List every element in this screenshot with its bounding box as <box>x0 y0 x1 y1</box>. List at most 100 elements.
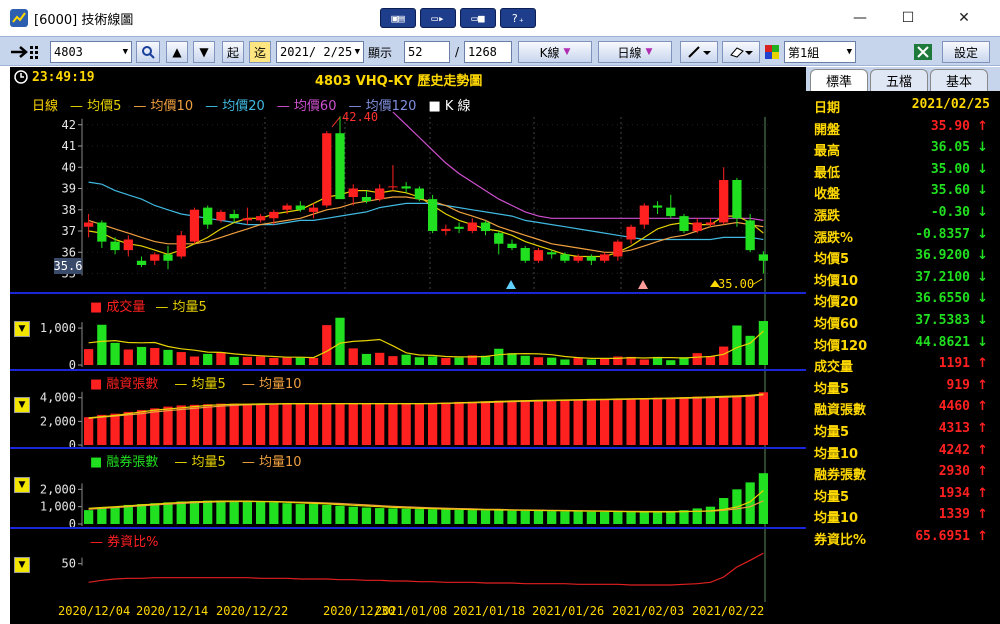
triangle-down-icon: ▼ <box>18 480 26 490</box>
quote-row: 收盤 35.60 ↓ <box>810 183 998 204</box>
high-price-pointer <box>331 116 341 128</box>
short-legend: ■ 融券張數 — 均量5 — 均量10 <box>90 451 318 470</box>
margin-bar <box>467 401 477 445</box>
candle-body <box>613 241 623 257</box>
excel-export-icon[interactable] <box>914 41 934 63</box>
margin-bar <box>414 403 425 445</box>
candle-body <box>626 226 636 240</box>
volume-bar <box>414 357 425 365</box>
date-tick-label: 2020/12/04 <box>58 604 131 618</box>
tab-basic[interactable]: 基本 <box>930 69 988 91</box>
short-panel-menu-button[interactable]: ▼ <box>14 477 30 493</box>
period-dropdown[interactable]: 日線 ▼ <box>598 41 672 63</box>
volume-bar <box>269 357 279 365</box>
short-bar <box>427 509 438 524</box>
group-select[interactable]: 第1組 ▼ <box>784 41 856 63</box>
candle-body <box>229 214 239 219</box>
quote-value: 1191 <box>938 356 970 372</box>
quote-row: 開盤 35.90 ↑ <box>810 119 998 140</box>
margin-bar <box>375 403 385 445</box>
tab-standard[interactable]: 標準 <box>810 69 868 91</box>
volume-bar <box>719 346 729 365</box>
short-bar <box>454 509 464 524</box>
legend-item: — 均量10 <box>241 377 302 392</box>
candle-body <box>732 180 742 219</box>
quote-label: 漲跌 <box>814 209 841 224</box>
volume-y-tick-label: 1,000 <box>40 321 76 335</box>
tab-five-levels[interactable]: 五檔 <box>870 69 928 91</box>
short-bar <box>123 504 133 524</box>
quote-label: 成交量 <box>814 360 854 376</box>
short-bar <box>203 500 213 524</box>
eraser-icon <box>730 47 753 58</box>
quote-value: 4313 <box>938 421 970 436</box>
end-date-button[interactable]: 迄 <box>249 41 271 63</box>
panel-divider <box>10 369 806 371</box>
date-tick-label: 2021/02/03 <box>612 604 685 618</box>
count-separator: / <box>455 45 460 59</box>
candle-body <box>427 199 438 231</box>
short-bar <box>520 510 530 524</box>
quote-value: -0.8357 <box>915 226 970 242</box>
stock-code-input[interactable]: 4803 ▼ <box>50 41 132 63</box>
ma10-line <box>88 196 764 253</box>
minimize-button[interactable]: — <box>840 6 880 30</box>
volume-bar <box>163 349 173 365</box>
layout-button-3[interactable]: ▭■ <box>460 8 496 28</box>
eraser-tool[interactable] <box>722 41 760 63</box>
margin-bar <box>308 403 319 445</box>
volume-bar <box>533 357 544 365</box>
margin-bar <box>652 397 663 445</box>
volume-bar <box>255 356 266 365</box>
prev-stock-button[interactable]: ▲ <box>166 41 188 63</box>
short-bar <box>533 511 544 524</box>
show-count-input[interactable]: 52 <box>404 41 450 63</box>
candle-body <box>692 222 702 231</box>
help-button[interactable]: ?₊ <box>500 8 536 28</box>
settings-button[interactable]: 設定 <box>942 41 990 63</box>
candle-body <box>348 188 358 197</box>
short-bar <box>480 510 491 524</box>
candle-body <box>255 216 266 221</box>
close-button[interactable]: ✕ <box>944 6 984 30</box>
chart-area[interactable]: 23:49:19 4803 VHQ-KY 歷史走勢圖 日線 — 均價5— 均價10… <box>10 67 806 624</box>
candle-body <box>203 207 213 225</box>
margin-bar <box>401 403 411 445</box>
quote-value: 1339 <box>938 507 970 523</box>
short-bar <box>255 501 266 524</box>
draw-line-tool[interactable] <box>680 41 718 63</box>
quote-row: 均價60 37.5383 ↓ <box>810 313 998 334</box>
candle-body <box>719 180 729 223</box>
quote-value: 65.6951 <box>915 529 970 544</box>
date-picker[interactable]: 2021/ 2/25 ▼ <box>276 41 364 63</box>
short-bar <box>467 510 477 524</box>
margin-bar <box>388 403 398 445</box>
margin-bar <box>745 394 755 445</box>
start-date-button[interactable]: 起 <box>222 41 244 63</box>
volume-bar <box>441 357 451 365</box>
quote-label: 均量10 <box>814 446 859 462</box>
layout-button-2[interactable]: ▭▸ <box>420 8 456 28</box>
volume-bar <box>666 360 676 365</box>
volume-bar <box>560 359 570 365</box>
ratio-panel-menu-button[interactable]: ▼ <box>14 557 30 573</box>
margin-panel-menu-button[interactable]: ▼ <box>14 397 30 413</box>
candle-body <box>560 254 570 261</box>
candle-body <box>745 220 755 251</box>
maximize-button[interactable]: ☐ <box>888 6 928 30</box>
layout-button-1[interactable]: ▣▤ <box>380 8 416 28</box>
arrow-up-icon: ↑ <box>977 529 988 544</box>
volume-panel-menu-button[interactable]: ▼ <box>14 321 30 337</box>
volume-bar <box>229 356 239 365</box>
ma60-line <box>392 111 764 221</box>
margin-bar <box>560 399 570 445</box>
margin-bar <box>295 403 305 445</box>
search-button[interactable] <box>136 41 160 63</box>
k-type-dropdown[interactable]: K線 ▼ <box>518 41 592 63</box>
candle-body <box>335 133 345 200</box>
link-arrow-icon[interactable] <box>10 41 46 63</box>
margin-y-tick-label: 4,000 <box>40 391 76 405</box>
short-bar <box>150 503 160 524</box>
next-stock-button[interactable]: ▼ <box>193 41 215 63</box>
color-palette-icon[interactable] <box>764 41 780 63</box>
